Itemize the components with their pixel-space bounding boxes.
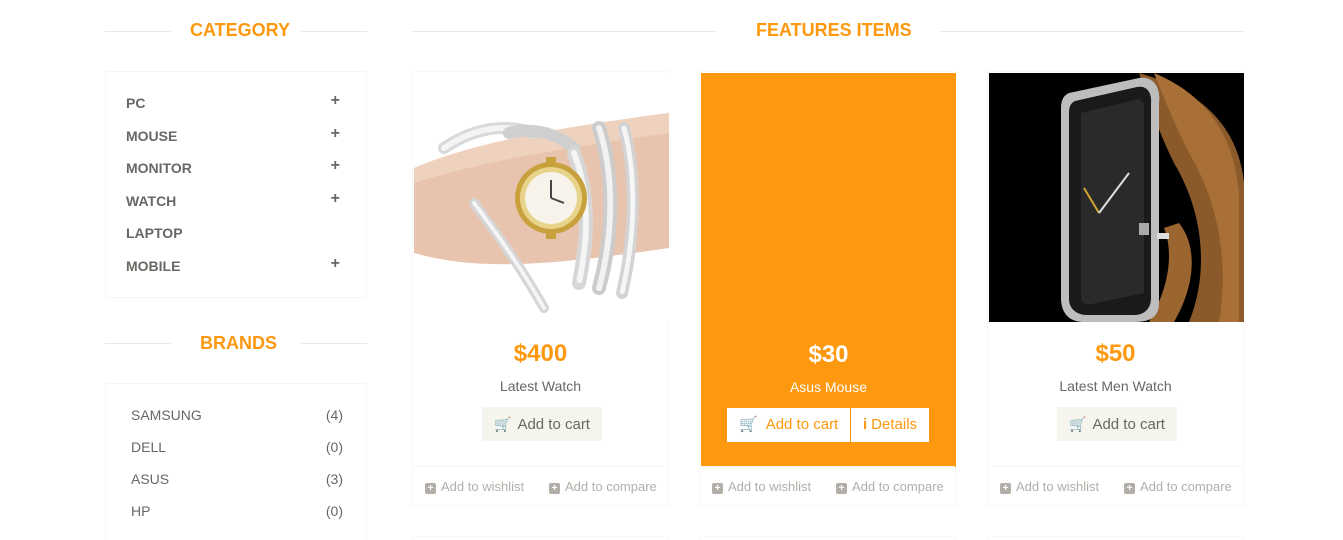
features-title: Features Items <box>756 20 912 40</box>
brands-title-line-left <box>105 343 171 344</box>
add-to-wishlist-link[interactable]: + Add to wishlist <box>712 479 811 494</box>
add-to-cart-label: Add to cart <box>517 416 590 433</box>
brands-title: Brands <box>200 333 278 353</box>
category-item-mouse[interactable]: Mouse + <box>126 125 346 145</box>
features-title-line-left <box>412 31 716 32</box>
product-price: $400 <box>513 340 568 367</box>
category-item-label: Laptop <box>126 225 183 241</box>
plus-icon[interactable]: + <box>331 92 340 110</box>
category-item-watch[interactable]: Watch + <box>126 190 346 210</box>
brands-panel: SAMSUNG (4) DELL (0) ASUS (3) HP (0) <box>105 383 367 540</box>
category-item-label: Mouse <box>126 128 178 144</box>
product-card-next-row <box>987 536 1244 540</box>
plus-icon[interactable]: + <box>331 190 340 208</box>
add-to-wishlist-label: Add to wishlist <box>441 479 525 494</box>
product-card-footer: + Add to wishlist + Add to compare <box>700 466 955 506</box>
add-to-compare-link[interactable]: + Add to compare <box>836 479 944 494</box>
category-title-line-left <box>105 31 171 32</box>
category-item-mobile[interactable]: Mobile + <box>126 255 346 275</box>
category-title-line-right <box>301 31 367 32</box>
brand-item-asus[interactable]: ASUS (3) <box>131 468 343 488</box>
plus-square-icon: + <box>549 483 560 494</box>
plus-square-icon: + <box>425 483 436 494</box>
product-card: $50 Latest Men Watch 🛒 Add to cart + Add t… <box>987 71 1244 506</box>
features-title-line-right <box>940 31 1244 32</box>
category-item-label: Monitor <box>126 160 192 176</box>
add-to-wishlist-link[interactable]: + Add to wishlist <box>425 479 524 494</box>
details-label: Details <box>871 416 918 433</box>
add-to-compare-label: Add to compare <box>1140 479 1232 494</box>
product-name: Latest Men Watch <box>1059 378 1172 394</box>
product-name: Latest Watch <box>499 378 582 394</box>
add-to-wishlist-label: Add to wishlist <box>728 479 812 494</box>
product-card-next-row <box>412 536 669 540</box>
plus-square-icon: + <box>1124 483 1135 494</box>
brands-title-line-right <box>301 343 367 344</box>
add-to-compare-link[interactable]: + Add to compare <box>549 479 657 494</box>
product-card-footer: + Add to wishlist + Add to compare <box>988 466 1243 506</box>
category-item-label: PC <box>126 95 146 111</box>
category-item-monitor[interactable]: Monitor + <box>126 157 346 177</box>
product-hover-overlay: $30 Asus Mouse 🛒 Add to cart i Details <box>701 73 956 467</box>
add-to-wishlist-link[interactable]: + Add to wishlist <box>1000 479 1099 494</box>
brand-item-count: (4) <box>325 407 343 423</box>
product-card-next-row <box>699 536 956 540</box>
category-item-laptop[interactable]: Laptop <box>126 222 346 242</box>
details-button[interactable]: i Details <box>851 408 930 442</box>
category-item-label: Mobile <box>126 258 181 274</box>
plus-icon[interactable]: + <box>331 125 340 143</box>
add-to-compare-label: Add to compare <box>565 479 657 494</box>
category-title: Category <box>190 20 291 40</box>
category-item-pc[interactable]: PC + <box>126 92 346 112</box>
product-card: $30 Asus Mouse 🛒 Add to cart i Details + Ad… <box>699 71 956 506</box>
product-card: $400 Latest Watch 🛒 Add to cart + Add to w… <box>412 71 669 506</box>
category-panel: PC + Mouse + Monitor + Watch + Laptop Mo… <box>105 71 367 298</box>
add-to-compare-link[interactable]: + Add to compare <box>1124 479 1232 494</box>
product-name: Asus Mouse <box>789 379 868 395</box>
brand-item-label: DELL <box>131 439 167 455</box>
add-to-cart-label: Add to cart <box>1092 416 1165 433</box>
category-item-label: Watch <box>126 193 177 209</box>
product-price: $30 <box>808 341 849 368</box>
add-to-compare-label: Add to compare <box>852 479 944 494</box>
add-to-cart-button[interactable]: 🛒 Add to cart <box>727 408 851 442</box>
product-image-womens-watch[interactable] <box>414 73 669 322</box>
add-to-cart-button[interactable]: 🛒 Add to cart <box>1057 407 1177 441</box>
brand-item-count: (3) <box>325 471 343 487</box>
product-price: $50 <box>1095 340 1136 367</box>
plus-square-icon: + <box>1000 483 1011 494</box>
plus-square-icon: + <box>836 483 847 494</box>
product-image-mens-watch[interactable] <box>989 73 1244 322</box>
add-to-wishlist-label: Add to wishlist <box>1016 479 1100 494</box>
plus-icon[interactable]: + <box>331 157 340 175</box>
shopping-cart-icon: 🛒 <box>494 416 512 432</box>
brand-item-samsung[interactable]: SAMSUNG (4) <box>131 404 343 424</box>
shopping-cart-icon: 🛒 <box>739 416 758 433</box>
add-to-cart-label: Add to cart <box>765 416 839 433</box>
shopping-cart-icon: 🛒 <box>1069 416 1087 432</box>
brand-item-dell[interactable]: DELL (0) <box>131 436 343 456</box>
info-icon: i <box>863 416 868 433</box>
brand-item-count: (0) <box>325 439 343 455</box>
brand-item-count: (0) <box>325 503 343 519</box>
plus-square-icon: + <box>712 483 723 494</box>
product-card-footer: + Add to wishlist + Add to compare <box>413 466 668 506</box>
brand-item-label: SAMSUNG <box>131 407 202 423</box>
add-to-cart-button[interactable]: 🛒 Add to cart <box>482 407 602 441</box>
brand-item-hp[interactable]: HP (0) <box>131 500 343 520</box>
brand-item-label: HP <box>131 503 151 519</box>
brand-item-label: ASUS <box>131 471 170 487</box>
plus-icon[interactable]: + <box>331 255 340 273</box>
